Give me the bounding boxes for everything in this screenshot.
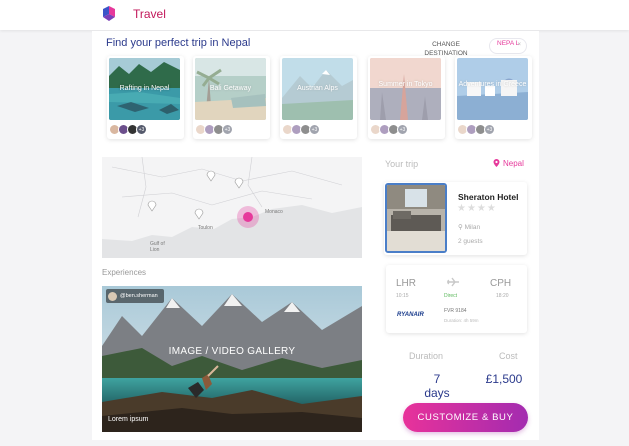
destination-chip-label: NEPA L <box>497 40 520 47</box>
hotel-city: Milan <box>464 224 481 231</box>
gallery-caption: Lorem ipsum <box>108 416 149 423</box>
experience-gallery[interactable]: @ben.sherman IMAGE / VIDEO GALLERY Lorem… <box>102 286 362 432</box>
map-label: Gulf of Lion <box>150 241 165 253</box>
trip-card[interactable]: Summer in Tokyo +3 <box>368 56 445 139</box>
trip-card[interactable]: Bali Getaway +3 <box>193 56 270 139</box>
app-title[interactable]: Travel <box>133 7 166 21</box>
cost-value: £1,500 <box>485 372 523 386</box>
trip-title: Adventures in Greece <box>458 81 527 88</box>
cost-label: Cost <box>499 351 518 361</box>
more-travelers-badge: +3 <box>136 124 147 135</box>
hotel-guests: 2 guests <box>458 238 483 245</box>
more-travelers-badge: +3 <box>397 124 408 135</box>
travel-app: Travel Find your perfect trip in Nepal C… <box>0 0 629 446</box>
map-label: Monaco <box>265 209 283 215</box>
trip-thumbnail: Rafting in Nepal <box>109 58 180 120</box>
duration-label: Duration <box>409 351 444 361</box>
trip-card[interactable]: Rafting in Nepal +3 <box>107 56 184 139</box>
flight-arrive-time: 18:20 <box>496 293 509 299</box>
trip-thumbnail: Summer in Tokyo <box>370 58 441 120</box>
your-trip-label: Your trip <box>385 159 419 169</box>
trip-card[interactable]: Austrian Alps +3 <box>280 56 357 139</box>
trip-title: Austrian Alps <box>297 85 338 92</box>
destination-chip[interactable]: NEPA L × <box>489 38 527 54</box>
airplane-icon <box>447 277 459 287</box>
trip-travelers: +3 <box>457 124 495 136</box>
page-heading: Find your perfect trip in Nepal <box>106 37 251 49</box>
duration-value: 7 days <box>424 372 450 400</box>
trip-thumbnail: Adventures in Greece <box>457 58 528 120</box>
trip-title: Bali Getaway <box>209 85 252 92</box>
flight-duration: Duration: 4h 59m <box>444 318 479 323</box>
trip-title: Summer in Tokyo <box>378 81 433 88</box>
trip-travelers: +3 <box>109 124 147 136</box>
trip-destination: Nepal <box>503 159 524 168</box>
trip-travelers: +3 <box>282 124 320 136</box>
app-logo-icon[interactable] <box>101 6 117 22</box>
trip-destination-link[interactable]: Nepal <box>493 159 524 168</box>
more-travelers-badge: +3 <box>309 124 320 135</box>
experiences-label: Experiences <box>102 268 147 277</box>
gallery-user-tag[interactable]: @ben.sherman <box>106 289 164 303</box>
trip-thumbnail: Austrian Alps <box>282 58 353 120</box>
hotel-rating-stars-icon: ★★★★ <box>457 203 497 214</box>
airline-logo: RYANAIR <box>397 312 424 318</box>
more-travelers-badge: +3 <box>484 124 495 135</box>
flight-destination: CPH <box>490 278 512 289</box>
trip-thumbnail: Bali Getaway <box>195 58 266 120</box>
hotel-image <box>385 183 447 253</box>
gallery-title: IMAGE / VIDEO GALLERY <box>168 346 296 357</box>
flight-number: FVR 9184 <box>444 308 467 314</box>
trip-card[interactable]: Adventures in Greece +3 <box>455 56 532 139</box>
avatar <box>108 291 117 301</box>
gallery-user-handle: @ben.sherman <box>120 293 158 299</box>
trip-travelers: +3 <box>370 124 408 136</box>
location-pin-icon: ⚲ <box>458 224 465 231</box>
destination-map[interactable]: Monaco Gulf of Lion Toulon <box>102 157 362 258</box>
trip-title: Rafting in Nepal <box>119 85 170 92</box>
trip-travelers: +3 <box>195 124 233 136</box>
flight-card[interactable]: LHR CPH 10:15 Direct 18:20 RYANAIR FVR 9… <box>386 265 527 333</box>
hotel-card[interactable]: Sheraton Hotel ★★★★ ⚲ Milan 2 guests <box>384 182 527 255</box>
flight-origin: LHR <box>396 278 417 289</box>
customize-and-buy-button[interactable]: CUSTOMIZE & BUY <box>403 403 528 432</box>
more-travelers-badge: +3 <box>222 124 233 135</box>
map-label: Toulon <box>198 225 213 231</box>
flight-type: Direct <box>444 293 458 299</box>
top-bar: Travel <box>0 0 629 30</box>
flight-depart-time: 10:15 <box>396 293 409 299</box>
hotel-location: ⚲ Milan <box>458 223 480 231</box>
remove-chip-icon[interactable]: × <box>517 42 521 49</box>
hotel-name: Sheraton Hotel <box>458 192 519 202</box>
location-pin-icon <box>493 159 500 167</box>
